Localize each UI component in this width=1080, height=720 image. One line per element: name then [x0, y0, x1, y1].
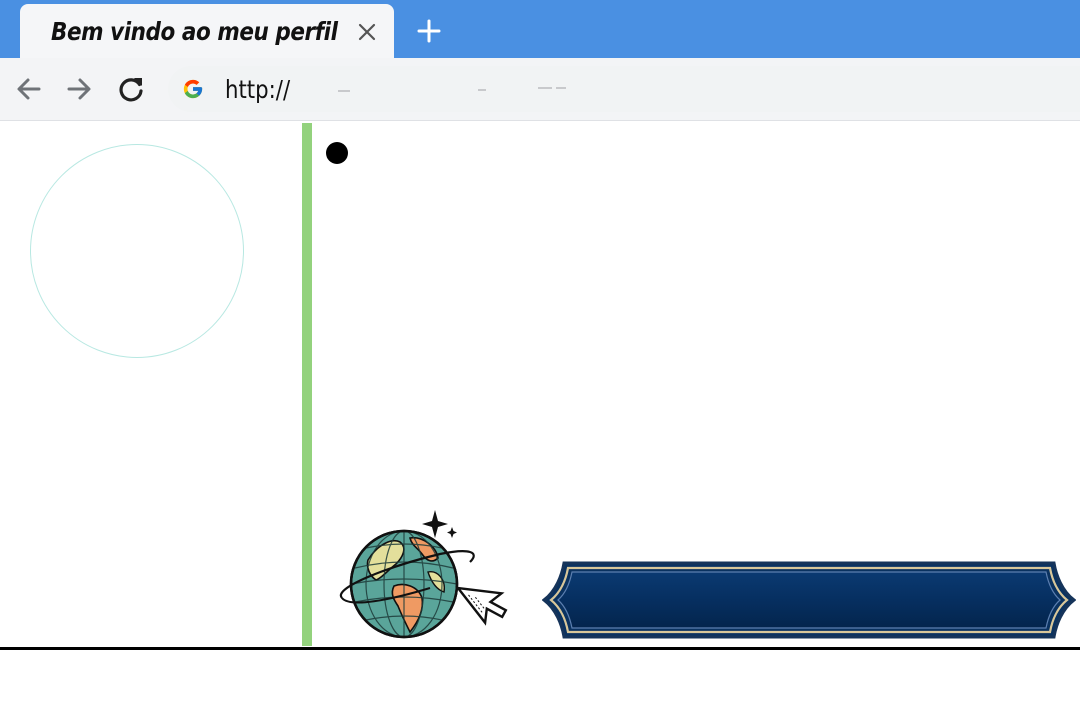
url-blur-marks [338, 87, 566, 92]
browser-toolbar: http:// [0, 58, 1080, 121]
profile-photo-placeholder [30, 144, 244, 358]
google-g-icon [183, 79, 203, 99]
bullet-icon [326, 142, 348, 164]
bottom-border [0, 647, 1080, 650]
browser-tab[interactable]: Bem vindo ao meu perfil [20, 4, 394, 58]
address-bar[interactable]: http:// [168, 66, 1080, 112]
tab-title: Bem vindo ao meu perfil [51, 17, 338, 46]
plus-icon[interactable] [416, 18, 442, 44]
vertical-divider [302, 123, 312, 646]
reload-icon[interactable] [116, 74, 146, 104]
close-icon[interactable] [356, 21, 378, 43]
url-text: http:// [225, 75, 291, 104]
arrow-right-icon[interactable] [64, 74, 94, 104]
globe-with-cursor-icon [339, 510, 508, 639]
arrow-left-icon[interactable] [14, 74, 44, 104]
banner-button[interactable] [542, 561, 1076, 639]
browser-tab-bar: Bem vindo ao meu perfil [0, 0, 1080, 58]
